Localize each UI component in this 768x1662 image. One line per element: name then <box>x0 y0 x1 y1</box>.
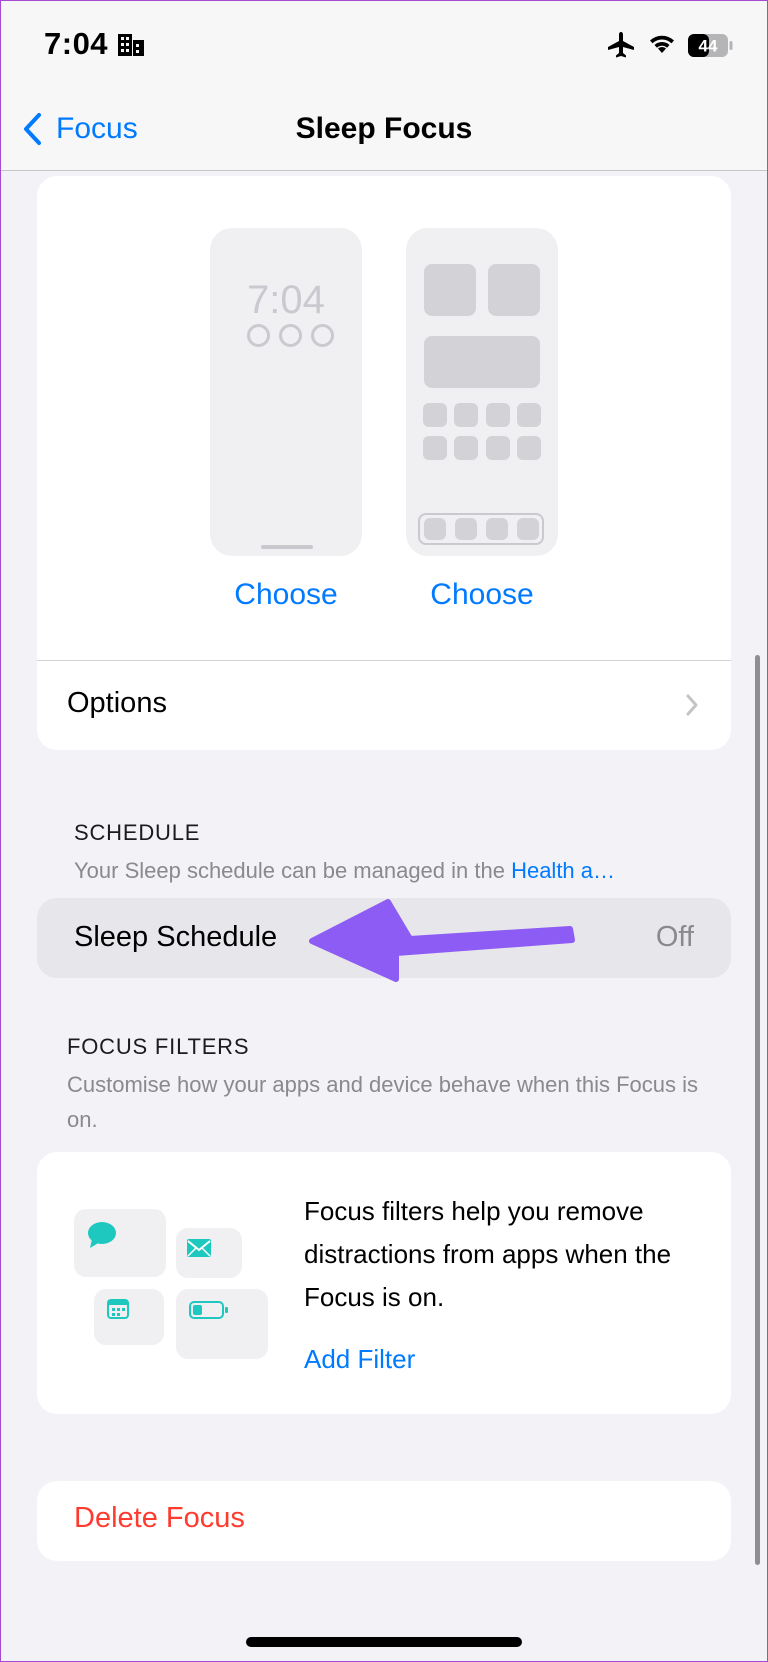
focus-filters-description: Focus filters help you remove distractio… <box>304 1196 672 1312</box>
scrollbar[interactable] <box>755 655 760 1565</box>
preview-app <box>423 436 447 460</box>
filter-mail-tile <box>176 1228 242 1278</box>
schedule-header: SCHEDULE <box>74 820 201 845</box>
options-row[interactable]: Options <box>37 661 731 750</box>
page-title: Sleep Focus <box>295 112 473 145</box>
focus-filters-header: FOCUS FILTERS <box>67 1034 250 1059</box>
sleep-schedule-label: Sleep Schedule <box>74 921 278 953</box>
lock-preview-home-bar <box>261 545 313 549</box>
customize-screens-card: 7:04 Choose Choose Options <box>37 176 731 750</box>
choose-lock-screen-button[interactable]: Choose <box>210 578 362 612</box>
status-bar: 7:04 44 <box>0 0 768 92</box>
preview-widget <box>488 264 540 316</box>
lock-screen-preview[interactable]: 7:04 <box>210 228 362 556</box>
filter-calendar-tile <box>94 1289 164 1345</box>
preview-widget <box>424 264 476 316</box>
home-screen-preview[interactable] <box>406 228 558 556</box>
home-indicator[interactable] <box>246 1637 522 1647</box>
preview-app <box>517 436 541 460</box>
battery-low-icon <box>189 1301 228 1319</box>
filter-battery-tile <box>176 1289 268 1359</box>
lock-preview-widgets <box>247 324 334 347</box>
annotation-arrow-icon <box>309 899 575 982</box>
choose-home-screen-button[interactable]: Choose <box>406 578 558 612</box>
focus-filters-subtitle: Customise how your apps and device behav… <box>67 1072 699 1132</box>
preview-dock <box>418 513 544 545</box>
navigation-bar: Focus Sleep Focus <box>0 92 768 171</box>
preview-app <box>454 403 478 427</box>
status-time: 7:04 <box>44 26 109 61</box>
preview-widget <box>424 336 540 388</box>
schedule-subtitle-text: Your Sleep schedule can be managed in th… <box>74 858 512 883</box>
sleep-schedule-value: Off <box>655 921 694 953</box>
lock-preview-time: 7:04 <box>247 278 325 322</box>
health-app-link[interactable]: Health a… <box>511 858 615 883</box>
building-icon <box>118 34 144 56</box>
envelope-icon <box>187 1239 211 1257</box>
calendar-icon <box>107 1299 129 1319</box>
battery-icon: 44 <box>688 34 733 57</box>
chevron-right-icon <box>686 694 698 716</box>
preview-app <box>517 403 541 427</box>
battery-level: 44 <box>699 37 718 56</box>
preview-app <box>423 403 447 427</box>
delete-focus-button[interactable]: Delete Focus <box>74 1502 245 1535</box>
message-bubble-icon <box>88 1222 116 1248</box>
filter-messages-tile <box>74 1209 166 1277</box>
wifi-icon <box>650 35 674 53</box>
preview-app <box>486 436 510 460</box>
options-label: Options <box>67 687 167 719</box>
preview-app <box>454 436 478 460</box>
add-filter-button[interactable]: Add Filter <box>304 1344 415 1375</box>
airplane-icon <box>608 32 634 58</box>
preview-app <box>486 403 510 427</box>
schedule-subtitle: Your Sleep schedule can be managed in th… <box>74 853 615 888</box>
